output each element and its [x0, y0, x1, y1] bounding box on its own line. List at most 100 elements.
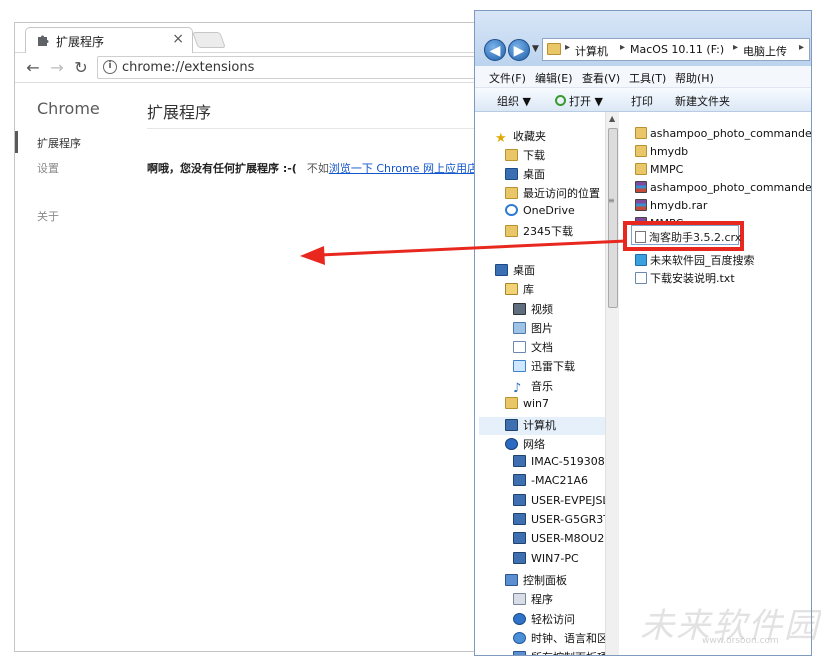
- nav-item[interactable]: 所有控制面板项: [513, 649, 607, 655]
- file-item[interactable]: hmydb: [635, 145, 688, 162]
- file-item-crx-selected[interactable]: 淘客助手3.5.2.crx: [631, 225, 741, 245]
- nav-item[interactable]: 程序: [513, 591, 553, 609]
- nav-item[interactable]: 库: [505, 281, 534, 299]
- url-text: chrome://extensions: [122, 60, 255, 75]
- nav-item[interactable]: ★ 收藏夹: [495, 128, 546, 146]
- menu-help[interactable]: 帮助(H): [675, 70, 714, 86]
- back-icon[interactable]: ←: [23, 58, 43, 77]
- download-icon: [513, 360, 526, 372]
- forward-icon[interactable]: →: [47, 58, 67, 77]
- file-item[interactable]: 未来软件园_百度搜索: [635, 252, 755, 269]
- nav-item[interactable]: win7: [505, 397, 549, 415]
- menu-file[interactable]: 文件(F): [489, 70, 526, 86]
- rar-icon: [635, 181, 647, 193]
- desktop-icon: [505, 168, 518, 180]
- webstore-link[interactable]: 浏览一下 Chrome 网上应用店: [329, 162, 478, 175]
- menu-edit[interactable]: 编辑(E): [535, 70, 573, 86]
- back-icon[interactable]: ◀: [484, 39, 506, 61]
- print-button[interactable]: 打印: [631, 93, 653, 109]
- grip-icon: ≡: [608, 196, 615, 205]
- computer-icon: [505, 419, 518, 431]
- file-label: 未来软件园_百度搜索: [650, 254, 755, 267]
- chevron-right-icon: ▸: [733, 42, 739, 53]
- scroll-thumb[interactable]: [608, 128, 618, 308]
- nav-item[interactable]: IMAC-519308: [513, 455, 605, 473]
- file-item[interactable]: ashampoo_photo_commander.rar: [635, 181, 811, 198]
- menu-tools[interactable]: 工具(T): [629, 70, 666, 86]
- control-panel-icon: [505, 574, 518, 586]
- sidebar-item-about[interactable]: 关于: [37, 208, 59, 224]
- nav-item-label: 视频: [531, 303, 553, 316]
- nav-item[interactable]: -MAC21A6: [513, 474, 588, 492]
- file-item[interactable]: MMPC: [635, 163, 683, 180]
- star-icon: ★: [495, 131, 507, 146]
- file-item[interactable]: hmydb.rar: [635, 199, 707, 216]
- library-icon: [505, 283, 518, 295]
- info-icon[interactable]: i: [103, 60, 117, 74]
- nav-item[interactable]: 文档: [513, 339, 553, 357]
- programs-icon: [513, 593, 526, 605]
- rar-icon: [635, 199, 647, 211]
- video-icon: [513, 303, 526, 315]
- nav-item-label: 迅雷下载: [531, 360, 575, 373]
- nav-item-label: USER-G5GR3T: [531, 513, 607, 526]
- nav-item-label: WIN7-PC: [531, 552, 579, 565]
- nav-item[interactable]: ♪ 音乐: [513, 378, 553, 396]
- folder-icon: [547, 43, 561, 55]
- nav-item-label: OneDrive: [523, 204, 575, 217]
- reload-icon[interactable]: ↻: [71, 58, 91, 77]
- nav-item[interactable]: 迅雷下载: [513, 358, 575, 376]
- file-item[interactable]: ashampoo_photo_commander: [635, 127, 811, 144]
- tab-close-icon[interactable]: ×: [172, 31, 184, 47]
- sidebar-item-extensions[interactable]: 扩展程序: [37, 135, 81, 151]
- new-folder-button[interactable]: 新建文件夹: [675, 93, 730, 109]
- computer-icon: [513, 552, 526, 564]
- ease-of-access-icon: [513, 613, 526, 625]
- nav-item[interactable]: OneDrive: [505, 204, 575, 222]
- address-bar[interactable]: i chrome://extensions: [97, 56, 481, 79]
- nav-scrollbar[interactable]: ▲ ≡: [605, 112, 619, 655]
- desktop-icon: [495, 264, 508, 276]
- nav-item[interactable]: 计算机: [479, 417, 607, 435]
- nav-item-label: 计算机: [523, 419, 556, 432]
- history-dropdown-icon[interactable]: ▼: [532, 44, 539, 54]
- file-item[interactable]: 下载安装说明.txt: [635, 270, 735, 287]
- organize-button[interactable]: 组织 ▼: [497, 93, 531, 109]
- nav-item[interactable]: 下载: [505, 147, 545, 165]
- nav-item[interactable]: USER-M8OU2: [513, 532, 604, 550]
- nav-item[interactable]: 图片: [513, 320, 553, 338]
- nav-item[interactable]: 最近访问的位置: [505, 185, 600, 203]
- nav-item[interactable]: USER-EVPEJSL: [513, 494, 607, 512]
- nav-item[interactable]: USER-G5GR3T: [513, 513, 607, 531]
- nav-item-label: 轻松访问: [531, 613, 575, 626]
- nav-item[interactable]: 控制面板: [505, 572, 567, 590]
- nav-item-label: 网络: [523, 438, 545, 451]
- explorer-address-bar[interactable]: ▸ 计算机 ▸ MacOS 10.11 (F:) ▸ 电脑上传 ▸: [542, 38, 810, 61]
- folder-icon: [635, 163, 647, 175]
- nav-item[interactable]: 时钟、语言和区: [513, 630, 607, 648]
- nav-item-label: 程序: [531, 593, 553, 606]
- file-label: hmydb: [650, 145, 689, 158]
- nav-item[interactable]: 网络: [505, 436, 545, 454]
- tab-extensions[interactable]: 扩展程序 ×: [25, 27, 193, 53]
- nav-item[interactable]: 轻松访问: [513, 611, 575, 629]
- nav-item-label: 音乐: [531, 380, 553, 393]
- nav-item[interactable]: 视频: [513, 301, 553, 319]
- nav-item-label: win7: [523, 397, 550, 410]
- menu-view[interactable]: 查看(V): [582, 70, 620, 86]
- nav-item[interactable]: WIN7-PC: [513, 552, 579, 570]
- file-list: ashampoo_photo_commander hmydb MMPC ashampo…: [621, 112, 811, 655]
- forward-icon[interactable]: ▶: [508, 39, 530, 61]
- scroll-up-icon[interactable]: ▲: [609, 114, 615, 123]
- sidebar-item-settings[interactable]: 设置: [37, 160, 59, 176]
- new-tab-button[interactable]: [192, 32, 226, 48]
- nav-item[interactable]: 桌面: [505, 166, 545, 184]
- breadcrumb-folder[interactable]: 电脑上传: [743, 43, 787, 59]
- open-button[interactable]: 打开 ▼: [555, 93, 603, 109]
- divider: [147, 128, 477, 129]
- nav-item[interactable]: 桌面: [495, 262, 535, 280]
- active-indicator: [15, 131, 18, 153]
- breadcrumb-drive[interactable]: MacOS 10.11 (F:): [630, 43, 724, 56]
- breadcrumb-computer[interactable]: 计算机: [575, 43, 608, 59]
- nav-item[interactable]: 2345下载: [505, 223, 573, 241]
